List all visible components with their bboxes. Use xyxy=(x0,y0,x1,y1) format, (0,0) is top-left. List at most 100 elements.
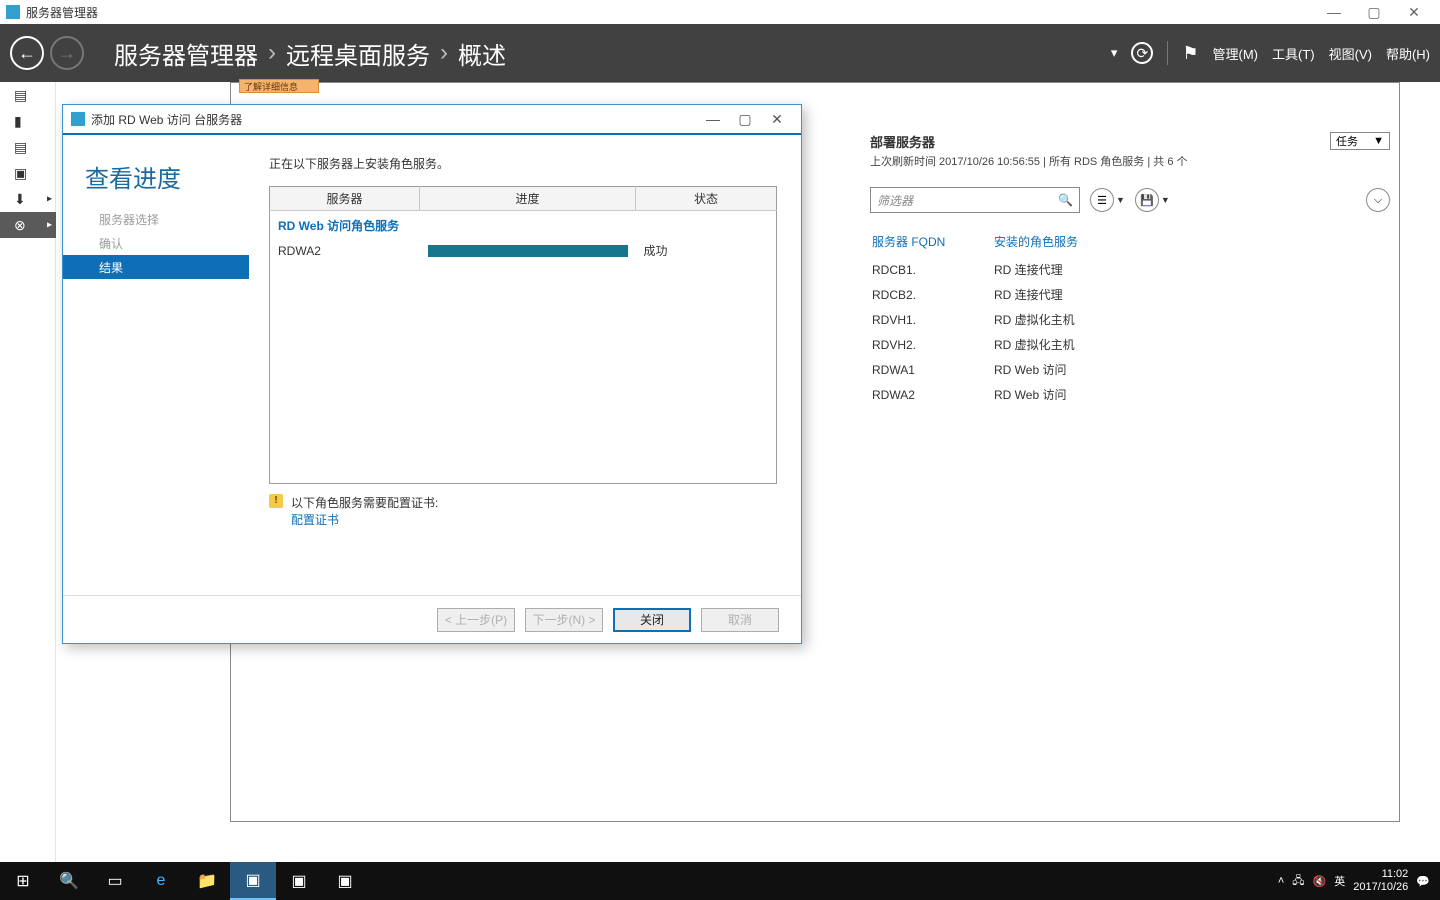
taskbar-app-icon[interactable]: ▣ xyxy=(322,862,368,900)
dialog-titlebar[interactable]: 添加 RD Web 访问 台服务器 — ▢ ✕ xyxy=(63,105,801,133)
menu-tools[interactable]: 工具(T) xyxy=(1272,44,1315,63)
table-row[interactable]: RDVH2.RD 虚拟化主机 xyxy=(872,333,1086,356)
close-button[interactable]: 关闭 xyxy=(613,608,691,632)
dialog-minimize-button[interactable]: — xyxy=(697,111,729,127)
chevron-down-icon[interactable]: ▼ xyxy=(1116,195,1125,205)
tray-up-icon[interactable]: ˄ xyxy=(1278,875,1284,887)
tasks-dropdown[interactable]: 任务 ▼ xyxy=(1330,132,1390,150)
dialog-close-button[interactable]: ✕ xyxy=(761,111,793,128)
sidebar-item-local[interactable]: ▮ xyxy=(0,108,56,134)
dashboard-icon: ▤ xyxy=(14,87,27,104)
warning-row: ! 以下角色服务需要配置证书: 配置证书 xyxy=(269,494,777,528)
servers-table: 服务器 FQDN 安装的角色服务 RDCB1.RD 连接代理 RDCB2.RD … xyxy=(870,227,1088,408)
breadcrumb: 服务器管理器 › 远程桌面服务 › 概述 xyxy=(114,36,506,71)
window-minimize-button[interactable]: — xyxy=(1314,4,1354,20)
wizard-main: 正在以下服务器上安装角色服务。 服务器 进度 状态 RD Web 访问角色服务 … xyxy=(249,135,801,595)
taskbar-explorer-icon[interactable]: 📁 xyxy=(184,862,230,900)
taskbar-servermanager-icon[interactable]: ▣ xyxy=(230,862,276,900)
start-button[interactable]: ⊞ xyxy=(0,862,46,900)
rds-icon: ⊗ xyxy=(14,217,26,234)
info-banner[interactable]: 了解详细信息 xyxy=(239,79,319,93)
icon-sidebar: ▤ ▮ ▤ ▣ ⬇▸ ⊗▸ xyxy=(0,82,56,862)
save-query-button[interactable]: 💾 xyxy=(1135,188,1159,212)
sidebar-item-dashboard[interactable]: ▤ xyxy=(0,82,56,108)
progress-table: 服务器 进度 状态 RD Web 访问角色服务 RDWA2 成功 xyxy=(269,186,777,484)
window-close-button[interactable]: ✕ xyxy=(1394,4,1434,21)
wizard-heading: 查看进度 xyxy=(85,159,181,194)
system-tray: ˄ 🖧 🔇 英 11:02 2017/10/26 💬 xyxy=(1278,868,1440,893)
menu-view[interactable]: 视图(V) xyxy=(1329,44,1372,63)
sidebar-item-file[interactable]: ▣ xyxy=(0,160,56,186)
nav-back-button[interactable]: ← xyxy=(10,36,44,70)
row-server: RDWA2 xyxy=(270,238,420,263)
menu-help[interactable]: 帮助(H) xyxy=(1386,44,1430,63)
col-role[interactable]: 安装的角色服务 xyxy=(994,229,1086,256)
titlebar: 服务器管理器 — ▢ ✕ xyxy=(0,0,1440,24)
sidebar-item-iis[interactable]: ⬇▸ xyxy=(0,186,56,212)
add-rdweb-wizard-dialog: 添加 RD Web 访问 台服务器 — ▢ ✕ 查看进度 服务器选择 确认 结果… xyxy=(62,104,802,644)
window-maximize-button[interactable]: ▢ xyxy=(1354,4,1394,21)
table-row[interactable]: RDWA2RD Web 访问 xyxy=(872,383,1086,406)
taskbar: ⊞ 🔍 ▭ e 📁 ▣ ▣ ▣ ˄ 🖧 🔇 英 11:02 2017/10/26… xyxy=(0,862,1440,900)
next-button: 下一步(N) > xyxy=(525,608,603,632)
dialog-maximize-button[interactable]: ▢ xyxy=(729,111,761,128)
expand-button[interactable]: ⌵ xyxy=(1366,188,1390,212)
taskbar-ie-icon[interactable]: e xyxy=(138,862,184,900)
cancel-button: 取消 xyxy=(701,608,779,632)
table-row[interactable]: RDVH1.RD 虚拟化主机 xyxy=(872,308,1086,331)
deployment-servers-panel: 任务 ▼ 部署服务器 上次刷新时间 2017/10/26 10:56:55 | … xyxy=(870,132,1390,408)
sidebar-item-all[interactable]: ▤ xyxy=(0,134,56,160)
configure-cert-link[interactable]: 配置证书 xyxy=(291,511,438,528)
group-heading: RD Web 访问角色服务 xyxy=(270,211,777,239)
tray-network-icon[interactable]: 🖧 xyxy=(1292,872,1304,891)
flyout-icon: ▸ xyxy=(47,194,52,205)
step-confirm: 确认 xyxy=(63,231,249,255)
filter-options-button[interactable]: ☰ xyxy=(1090,188,1114,212)
divider xyxy=(1167,41,1168,65)
workarea: ▤ ▮ ▤ ▣ ⬇▸ ⊗▸ 了解详细信息 任务 ▼ 部署服务器 上次刷新时间 2… xyxy=(0,82,1440,862)
table-row[interactable]: RDWA1RD Web 访问 xyxy=(872,358,1086,381)
progress-bar xyxy=(428,245,628,257)
action-center-icon[interactable]: 💬 xyxy=(1416,875,1430,888)
progress-row: RDWA2 成功 xyxy=(270,238,777,263)
sidebar-item-rds[interactable]: ⊗▸ xyxy=(0,212,56,238)
notifications-flag-icon[interactable]: ⚑ xyxy=(1182,43,1198,64)
taskbar-app-icon[interactable]: ▣ xyxy=(276,862,322,900)
storage-icon: ▣ xyxy=(14,165,27,182)
menu-manage[interactable]: 管理(M) xyxy=(1213,44,1259,63)
table-row[interactable]: RDCB1.RD 连接代理 xyxy=(872,258,1086,281)
ime-indicator[interactable]: 英 xyxy=(1334,873,1345,889)
panel-title: 部署服务器 xyxy=(870,132,1390,151)
clock-time: 11:02 xyxy=(1353,868,1408,881)
taskbar-clock[interactable]: 11:02 2017/10/26 xyxy=(1353,868,1408,893)
nav-forward-button[interactable]: → xyxy=(50,36,84,70)
taskbar-search-button[interactable]: 🔍 xyxy=(46,862,92,900)
navbar: ← → 服务器管理器 › 远程桌面服务 › 概述 ▾ ⟳ ⚑ 管理(M) 工具(… xyxy=(0,24,1440,82)
filter-input[interactable]: 筛选器 🔍 xyxy=(870,187,1080,213)
breadcrumb-section[interactable]: 远程桌面服务 xyxy=(286,36,430,71)
tray-volume-icon[interactable]: 🔇 xyxy=(1313,875,1327,888)
tasks-label: 任务 xyxy=(1336,133,1358,149)
breadcrumb-root[interactable]: 服务器管理器 xyxy=(114,36,258,71)
breadcrumb-page[interactable]: 概述 xyxy=(458,36,506,71)
step-result[interactable]: 结果 xyxy=(63,255,249,279)
search-icon[interactable]: 🔍 xyxy=(1058,193,1073,207)
chevron-down-icon[interactable]: ▼ xyxy=(1161,195,1170,205)
wizard-description: 正在以下服务器上安装角色服务。 xyxy=(269,155,777,172)
table-row[interactable]: RDCB2.RD 连接代理 xyxy=(872,283,1086,306)
iis-icon: ⬇ xyxy=(14,191,26,208)
servers-icon: ▤ xyxy=(14,139,27,156)
col-server: 服务器 xyxy=(270,187,420,211)
app-icon xyxy=(6,5,20,19)
col-fqdn[interactable]: 服务器 FQDN xyxy=(872,229,992,256)
filter-row: 筛选器 🔍 ☰▼ 💾▼ ⌵ xyxy=(870,187,1390,213)
filter-placeholder: 筛选器 xyxy=(877,192,913,209)
flyout-icon: ▸ xyxy=(47,220,52,231)
chevron-down-icon: ▼ xyxy=(1373,135,1384,147)
refresh-button[interactable]: ⟳ xyxy=(1131,42,1153,64)
taskview-button[interactable]: ▭ xyxy=(92,862,138,900)
navbar-dropdown-icon[interactable]: ▾ xyxy=(1111,45,1118,61)
step-server-select: 服务器选择 xyxy=(63,207,249,231)
prev-button: < 上一步(P) xyxy=(437,608,515,632)
wizard-footer: < 上一步(P) 下一步(N) > 关闭 取消 xyxy=(63,595,801,643)
